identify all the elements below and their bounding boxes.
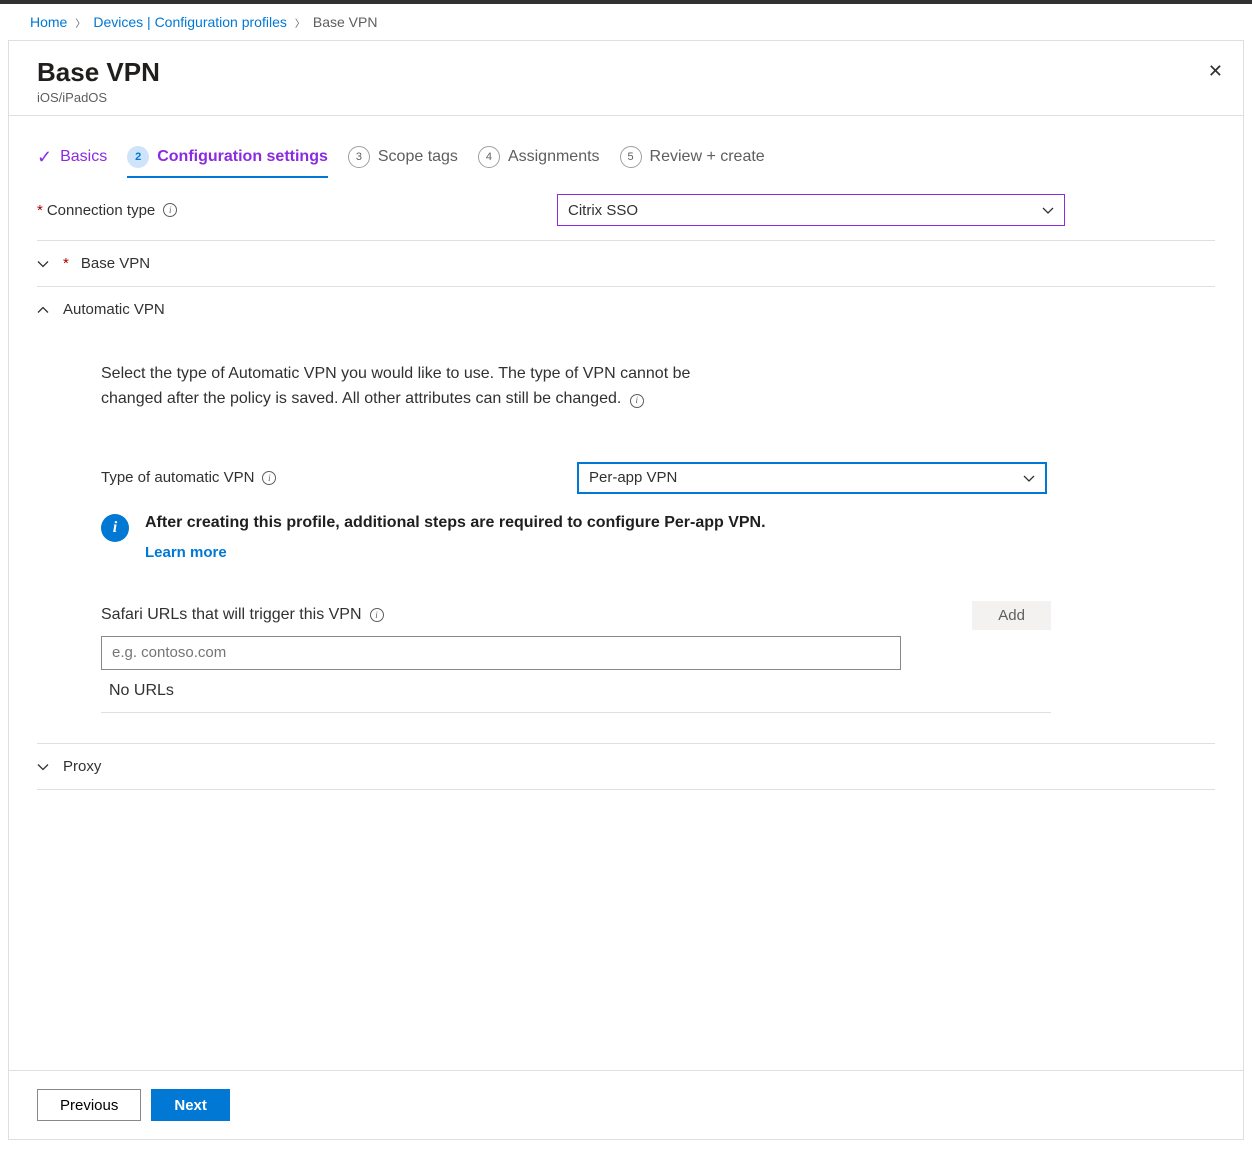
safari-urls-row: Safari URLs that will trigger this VPN i…	[101, 601, 1051, 630]
safari-url-input[interactable]	[101, 636, 901, 670]
section-title: Automatic VPN	[63, 301, 165, 318]
auto-vpn-type-label: Type of automatic VPN i	[101, 469, 577, 486]
wizard-step-review[interactable]: 5 Review + create	[620, 146, 765, 168]
connection-type-row: * Connection type i Citrix SSO	[37, 194, 1215, 226]
label-text: Connection type	[47, 202, 155, 219]
info-icon: i	[101, 514, 129, 542]
auto-vpn-type-select[interactable]: Per-app VPN	[577, 462, 1047, 494]
section-title: Proxy	[63, 758, 101, 775]
connection-type-label: * Connection type i	[37, 202, 557, 219]
info-icon[interactable]: i	[262, 471, 276, 485]
close-button[interactable]: ✕	[1208, 61, 1223, 82]
chevron-right-icon: 〉	[75, 15, 85, 30]
wizard-step-number: 5	[620, 146, 642, 168]
breadcrumb-current: Base VPN	[313, 14, 378, 30]
select-value: Citrix SSO	[568, 202, 638, 219]
chevron-down-icon	[1023, 469, 1035, 486]
chevron-right-icon: 〉	[295, 15, 305, 30]
wizard-step-basics[interactable]: ✓ Basics	[37, 147, 107, 168]
section-proxy[interactable]: Proxy	[37, 744, 1215, 790]
required-indicator: *	[37, 202, 43, 219]
auto-vpn-description: Select the type of Automatic VPN you wou…	[101, 362, 701, 412]
info-callout: i After creating this profile, additiona…	[101, 514, 1215, 561]
footer: Previous Next	[9, 1070, 1243, 1139]
add-button[interactable]: Add	[972, 601, 1051, 630]
info-icon[interactable]: i	[630, 394, 644, 408]
section-base-vpn[interactable]: * Base VPN	[37, 240, 1215, 286]
auto-vpn-type-row: Type of automatic VPN i Per-app VPN	[101, 462, 1215, 494]
chevron-down-icon	[37, 759, 51, 774]
required-indicator: *	[63, 255, 69, 272]
learn-more-link[interactable]: Learn more	[145, 544, 227, 561]
safari-urls-label: Safari URLs that will trigger this VPN i	[101, 606, 384, 624]
section-title: Base VPN	[81, 255, 150, 272]
page-title: Base VPN	[37, 57, 1215, 88]
label-text: Safari URLs that will trigger this VPN	[101, 606, 362, 624]
wizard-step-number: 4	[478, 146, 500, 168]
info-icon[interactable]: i	[163, 203, 177, 217]
wizard-step-number: 2	[127, 146, 149, 168]
wizard-step-number: 3	[348, 146, 370, 168]
check-icon: ✓	[37, 147, 52, 168]
close-icon: ✕	[1208, 61, 1223, 81]
wizard-step-label: Assignments	[508, 148, 600, 166]
main-panel: Base VPN iOS/iPadOS ✕ ✓ Basics 2 Configu…	[8, 40, 1244, 1140]
label-text: Type of automatic VPN	[101, 469, 254, 486]
wizard-step-label: Review + create	[650, 148, 765, 166]
info-body: After creating this profile, additional …	[145, 514, 766, 561]
wizard-step-label: Scope tags	[378, 148, 458, 166]
wizard-step-label: Configuration settings	[157, 148, 328, 166]
wizard-step-assignments[interactable]: 4 Assignments	[478, 146, 600, 168]
chevron-up-icon	[37, 302, 51, 317]
panel-header: Base VPN iOS/iPadOS ✕	[9, 41, 1243, 116]
breadcrumb: Home 〉 Devices | Configuration profiles …	[0, 4, 1252, 40]
panel-content: ✓ Basics 2 Configuration settings 3 Scop…	[9, 116, 1243, 1070]
next-button[interactable]: Next	[151, 1089, 230, 1121]
no-urls-text: No URLs	[101, 670, 1051, 713]
chevron-down-icon	[37, 256, 51, 271]
wizard-steps: ✓ Basics 2 Configuration settings 3 Scop…	[37, 146, 1215, 168]
automatic-vpn-body: Select the type of Automatic VPN you wou…	[37, 332, 1215, 744]
select-value: Per-app VPN	[589, 469, 677, 486]
connection-type-select[interactable]: Citrix SSO	[557, 194, 1065, 226]
chevron-down-icon	[1042, 202, 1054, 219]
info-icon[interactable]: i	[370, 608, 384, 622]
breadcrumb-devices[interactable]: Devices | Configuration profiles	[93, 14, 287, 30]
wizard-step-configuration[interactable]: 2 Configuration settings	[127, 146, 328, 178]
wizard-step-label: Basics	[60, 148, 107, 166]
section-automatic-vpn[interactable]: Automatic VPN	[37, 286, 1215, 332]
info-title: After creating this profile, additional …	[145, 514, 766, 532]
previous-button[interactable]: Previous	[37, 1089, 141, 1121]
breadcrumb-home[interactable]: Home	[30, 14, 67, 30]
page-subtitle: iOS/iPadOS	[37, 90, 1215, 105]
description-text: Select the type of Automatic VPN you wou…	[101, 365, 690, 407]
wizard-step-scope-tags[interactable]: 3 Scope tags	[348, 146, 458, 168]
